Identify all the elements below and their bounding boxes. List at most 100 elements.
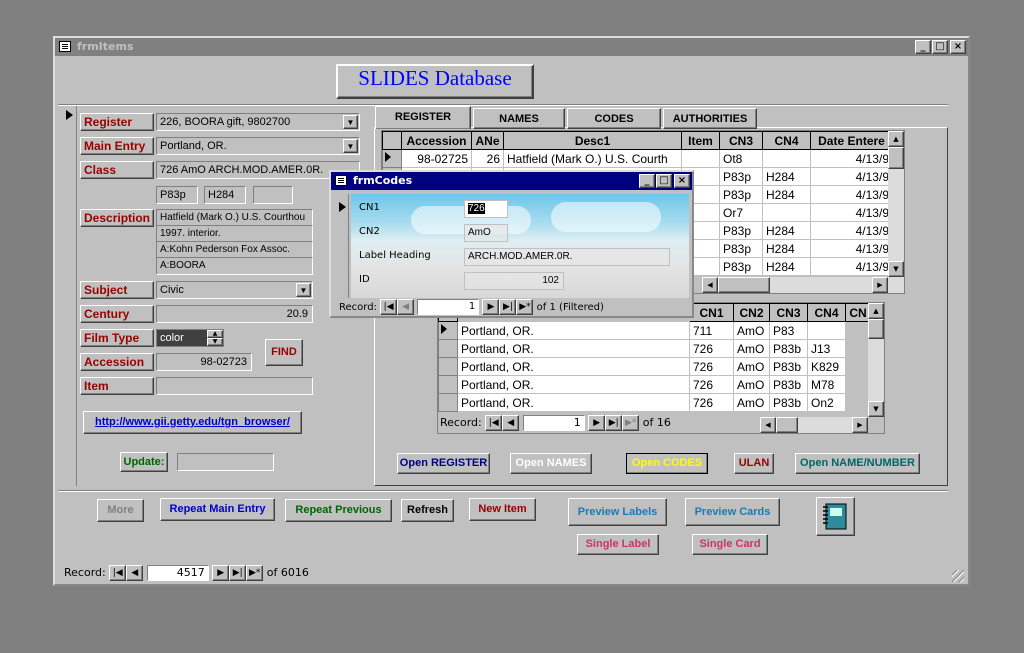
register-combo[interactable]: 226, BOORA gift, 9802700 ▼ xyxy=(156,113,360,131)
grid1-header[interactable]: Desc1 xyxy=(503,131,682,150)
new-item-button[interactable]: New Item xyxy=(469,498,536,521)
table-row[interactable]: 98-02725 26 Hatfield (Mark O.) U.S. Courth… xyxy=(382,149,893,168)
row-selector[interactable] xyxy=(438,357,458,376)
update-field[interactable] xyxy=(177,453,274,471)
table-cell[interactable]: P83 xyxy=(769,321,808,340)
row-selector[interactable] xyxy=(438,393,458,412)
table-cell[interactable]: 4/13/9 xyxy=(810,257,893,276)
close-button[interactable]: × xyxy=(950,40,966,54)
frmcodes-titlebar[interactable]: frmCodes _ □ × xyxy=(331,172,692,190)
scroll-left-arrow[interactable]: ◀ xyxy=(702,277,718,293)
record-number-field[interactable]: 4517 xyxy=(146,565,209,581)
table-cell[interactable]: 4/13/9 xyxy=(810,239,893,258)
record-selector[interactable] xyxy=(63,108,75,122)
table-cell[interactable]: Portland, OR. xyxy=(457,339,690,358)
grid1-hscrollbar[interactable]: ◀ ▶ xyxy=(702,277,904,293)
table-cell[interactable]: P83p xyxy=(719,239,763,258)
ulan-button[interactable]: ULAN xyxy=(734,453,774,474)
last-record-button[interactable]: ▶| xyxy=(229,565,247,581)
open-register-button[interactable]: Open REGISTER xyxy=(397,453,490,474)
grid1-vscrollbar[interactable]: ▲ ▼ xyxy=(888,131,904,277)
prev-record-button[interactable]: ◀ xyxy=(397,299,415,315)
table-cell[interactable]: Ot8 xyxy=(719,149,763,168)
main-window-titlebar[interactable]: frmItems _ □ × xyxy=(55,38,968,56)
getty-link-button[interactable]: http://www.gii.getty.edu/tgn_browser/ xyxy=(83,411,302,434)
next-record-button[interactable]: ▶ xyxy=(588,415,606,431)
table-cell[interactable]: 726 xyxy=(689,357,734,376)
table-cell[interactable]: AmO xyxy=(733,321,770,340)
find-button[interactable]: FIND xyxy=(265,339,303,366)
grid2-header[interactable]: CN1 xyxy=(689,303,734,322)
last-record-button[interactable]: ▶| xyxy=(499,299,517,315)
main-entry-combo[interactable]: Portland, OR. ▼ xyxy=(156,137,360,155)
minimize-button[interactable]: _ xyxy=(639,174,655,188)
grid1-header[interactable]: Item xyxy=(681,131,720,150)
scroll-thumb[interactable] xyxy=(776,417,798,433)
grid1-header[interactable]: CN3 xyxy=(719,131,763,150)
grid1-header[interactable]: Accession xyxy=(401,131,472,150)
table-cell[interactable] xyxy=(762,149,811,168)
table-cell[interactable]: Or7 xyxy=(719,203,763,222)
table-cell[interactable]: 711 xyxy=(689,321,734,340)
table-cell[interactable]: 4/13/9 xyxy=(810,221,893,240)
maximize-button[interactable]: □ xyxy=(932,40,948,54)
tab-authorities[interactable]: AUTHORITIES xyxy=(663,108,757,129)
table-cell[interactable]: AmO xyxy=(733,339,770,358)
row-selector[interactable] xyxy=(382,149,402,168)
table-row[interactable]: Portland, OR. 711 AmO P83 xyxy=(438,321,871,340)
new-record-button[interactable]: ▶* xyxy=(516,299,534,315)
table-cell[interactable]: 4/13/9 xyxy=(810,185,893,204)
popup-label-heading-field[interactable]: ARCH.MOD.AMER.0R. xyxy=(464,248,670,266)
popup-cn1-field[interactable]: 726 xyxy=(464,200,508,218)
table-cell[interactable]: Portland, OR. xyxy=(457,321,690,340)
description-line-4[interactable]: A:BOORA xyxy=(156,257,313,275)
scroll-thumb[interactable] xyxy=(868,319,884,339)
scroll-thumb[interactable] xyxy=(718,277,770,293)
table-cell[interactable]: P83p xyxy=(719,167,763,186)
popup-id-field[interactable]: 102 xyxy=(464,272,564,290)
table-row[interactable]: Portland, OR. 726 AmO P83b M78 xyxy=(438,375,871,394)
row-selector[interactable] xyxy=(438,375,458,394)
maximize-button[interactable]: □ xyxy=(656,174,672,188)
table-cell[interactable]: P83p xyxy=(719,257,763,276)
grid1-header[interactable]: ANe xyxy=(471,131,504,150)
record-number-field[interactable]: 1 xyxy=(417,299,480,315)
table-cell[interactable]: AmO xyxy=(733,393,770,412)
subject-combo[interactable]: Civic ▼ xyxy=(156,281,313,299)
table-cell[interactable]: K829 xyxy=(807,357,846,376)
table-cell[interactable]: P83b xyxy=(769,375,808,394)
table-cell[interactable]: P83p xyxy=(719,221,763,240)
grid2-header[interactable]: CN2 xyxy=(733,303,770,322)
repeat-previous-button[interactable]: Repeat Previous xyxy=(285,499,392,522)
first-record-button[interactable]: |◀ xyxy=(109,565,127,581)
table-cell[interactable]: J13 xyxy=(807,339,846,358)
first-record-button[interactable]: |◀ xyxy=(485,415,503,431)
prev-record-button[interactable]: ◀ xyxy=(126,565,144,581)
preview-cards-button[interactable]: Preview Cards xyxy=(685,498,780,526)
open-name-number-button[interactable]: Open NAME/NUMBER xyxy=(795,453,920,474)
last-record-button[interactable]: ▶| xyxy=(605,415,623,431)
grid2-header[interactable]: CN xyxy=(845,303,871,322)
class-sub3[interactable] xyxy=(253,186,293,204)
table-cell[interactable]: Hatfield (Mark O.) U.S. Courth xyxy=(503,149,682,168)
table-cell[interactable]: AmO xyxy=(733,357,770,376)
first-record-button[interactable]: |◀ xyxy=(380,299,398,315)
notebook-icon[interactable] xyxy=(816,497,855,536)
grid2-vscrollbar[interactable]: ▲ ▼ xyxy=(868,303,884,417)
table-cell[interactable]: H284 xyxy=(762,167,811,186)
table-cell[interactable]: P83b xyxy=(769,339,808,358)
table-row[interactable]: Portland, OR. 726 AmO P83b K829 xyxy=(438,357,871,376)
grid1-header[interactable]: Date Entere xyxy=(810,131,893,150)
preview-labels-button[interactable]: Preview Labels xyxy=(568,498,667,526)
table-cell[interactable]: Portland, OR. xyxy=(457,393,690,412)
scroll-up-arrow[interactable]: ▲ xyxy=(868,303,884,319)
table-cell[interactable]: H284 xyxy=(762,239,811,258)
table-cell[interactable]: P83b xyxy=(769,393,808,412)
single-label-button[interactable]: Single Label xyxy=(577,534,659,555)
popup-record-selector[interactable] xyxy=(335,194,349,298)
table-cell[interactable]: 4/13/9 xyxy=(810,167,893,186)
century-field[interactable]: 20.9 xyxy=(156,305,313,323)
table-cell[interactable]: H284 xyxy=(762,257,811,276)
chevron-down-icon[interactable]: ▼ xyxy=(343,115,358,129)
scroll-down-arrow[interactable]: ▼ xyxy=(868,401,884,417)
